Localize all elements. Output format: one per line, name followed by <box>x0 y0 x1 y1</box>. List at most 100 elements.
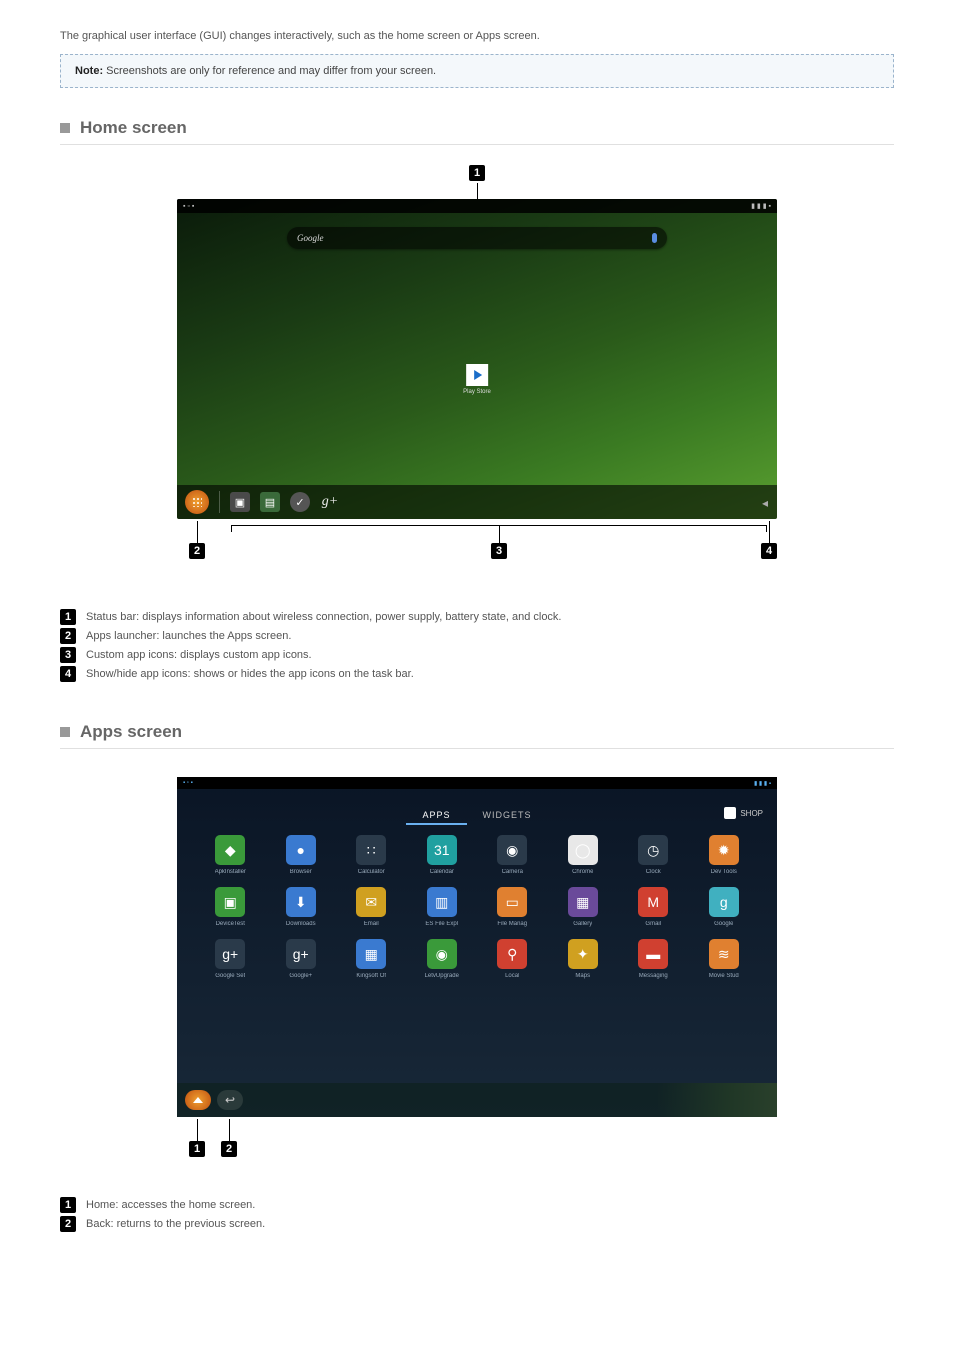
app-icon: ◷ <box>638 835 668 865</box>
play-label: Play Store <box>463 389 491 395</box>
app-icon: ✹ <box>709 835 739 865</box>
app-item[interactable]: ▦Gallery <box>552 887 615 927</box>
custom-app-2-icon[interactable]: ▤ <box>260 492 280 512</box>
custom-app-3-icon[interactable]: ✓ <box>290 492 310 512</box>
app-label: ApkInstaller <box>215 869 246 875</box>
app-icon: ▥ <box>427 887 457 917</box>
callout-3: 3 <box>491 543 507 559</box>
app-item[interactable]: ⬇ Downloads <box>270 887 333 927</box>
back-button-icon[interactable]: ↩ <box>217 1090 243 1110</box>
section-heading-home: Home screen <box>60 118 894 145</box>
note-text: Screenshots are only for reference and m… <box>103 65 436 77</box>
hide-arrow-icon[interactable]: ◂ <box>757 495 773 511</box>
app-icon: ▭ <box>497 887 527 917</box>
apps-screenshot: ▪ ▫ ▪ ▮ ▮ ▮ ▪ APPS WIDGETS SHOP ◆ ApkInst… <box>177 777 777 1117</box>
app-item[interactable]: ▥ ES File Expl <box>411 887 474 927</box>
apps-heading: Apps screen <box>80 722 182 742</box>
legend-row: 2Apps launcher: launches the Apps screen… <box>60 628 894 644</box>
app-item[interactable]: ◉ Camera <box>481 835 544 875</box>
nav-bar: ↩ <box>177 1083 777 1117</box>
tab-apps[interactable]: APPS <box>406 807 466 825</box>
app-label: Movie Stud <box>709 973 739 979</box>
shop-link[interactable]: SHOP <box>724 807 763 819</box>
app-label: Maps <box>575 973 590 979</box>
bullet-square-icon <box>60 727 70 737</box>
app-item[interactable]: ✹Dev Tools <box>693 835 756 875</box>
shop-label: SHOP <box>740 809 763 818</box>
app-item[interactable]: ◉LetvUpgrade <box>411 939 474 979</box>
app-icon: M <box>638 887 668 917</box>
app-label: File Manag <box>497 921 527 927</box>
app-icon: ✉ <box>356 887 386 917</box>
app-label: Google <box>714 921 733 927</box>
app-icon: ◆ <box>215 835 245 865</box>
intro-text: The graphical user interface (GUI) chang… <box>60 30 894 42</box>
app-label: Gmail <box>645 921 661 927</box>
apps-legend: 1Home: accesses the home screen. 2Back: … <box>60 1197 894 1232</box>
app-item[interactable]: gGoogle <box>693 887 756 927</box>
app-icon: ▣ <box>215 887 245 917</box>
app-label: Calendar <box>430 869 454 875</box>
app-item[interactable]: ▦ Kingsoft Of <box>340 939 403 979</box>
callout-4: 4 <box>761 543 777 559</box>
app-item[interactable]: g+Google+ <box>270 939 333 979</box>
app-item[interactable]: 31Calendar <box>411 835 474 875</box>
app-icon: ≋ <box>709 939 739 969</box>
custom-app-1-icon[interactable]: ▣ <box>230 492 250 512</box>
home-button-icon[interactable] <box>185 1090 211 1110</box>
home-screenshot: ▪ ▫ ▪ ▮ ▮ ▮ ▪ Google Play Store ▣ ▤ ✓ g+… <box>177 199 777 519</box>
app-label: Kingsoft Of <box>356 973 386 979</box>
app-label: Chrome <box>572 869 593 875</box>
app-icon: ∷ <box>356 835 386 865</box>
app-item[interactable]: ◷ Clock <box>622 835 685 875</box>
app-item[interactable]: ✦Maps <box>552 939 615 979</box>
app-item[interactable]: g+Google Set <box>199 939 262 979</box>
home-legend: 1Status bar: displays information about … <box>60 609 894 682</box>
apps-launcher-icon[interactable] <box>185 490 209 514</box>
app-label: Email <box>364 921 379 927</box>
app-label: Downloads <box>286 921 316 927</box>
app-icon: ◯ <box>568 835 598 865</box>
app-item[interactable]: ∷Calculator <box>340 835 403 875</box>
app-icon: ⚲ <box>497 939 527 969</box>
app-item[interactable]: ●Browser <box>270 835 333 875</box>
bullet-square-icon <box>60 123 70 133</box>
app-icon: ⬇ <box>286 887 316 917</box>
app-icon: ▦ <box>356 939 386 969</box>
status-right-icons: ▮ ▮ ▮ ▪ <box>751 202 771 210</box>
app-item[interactable]: ▭ File Manag <box>481 887 544 927</box>
status-left-icons: ▪ ▫ ▪ <box>183 203 194 210</box>
task-bar: ▣ ▤ ✓ g+ <box>177 485 777 519</box>
play-store-shortcut[interactable]: Play Store <box>463 364 491 395</box>
legend-row: 2Back: returns to the previous screen. <box>60 1216 894 1232</box>
app-label: Messaging <box>639 973 668 979</box>
app-item[interactable]: ⚲ Local <box>481 939 544 979</box>
app-label: Camera <box>502 869 523 875</box>
app-item[interactable]: M Gmail <box>622 887 685 927</box>
app-icon: ▬ <box>638 939 668 969</box>
app-icon: ● <box>286 835 316 865</box>
app-label: ES File Expl <box>425 921 458 927</box>
mic-icon[interactable] <box>652 233 657 243</box>
callout-2: 2 <box>189 543 205 559</box>
app-item[interactable]: ≋ Movie Stud <box>693 939 756 979</box>
app-item[interactable]: ◯ Chrome <box>552 835 615 875</box>
app-label: Clock <box>646 869 661 875</box>
shop-bag-icon <box>724 807 736 819</box>
note-box: Note: Screenshots are only for reference… <box>60 54 894 88</box>
search-bar[interactable]: Google <box>287 227 667 249</box>
status-bar: ▪ ▫ ▪ ▮ ▮ ▮ ▪ <box>177 777 777 789</box>
search-label: Google <box>297 233 324 243</box>
app-item[interactable]: ◆ ApkInstaller <box>199 835 262 875</box>
app-item[interactable]: ✉ Email <box>340 887 403 927</box>
app-icon: ◉ <box>497 835 527 865</box>
app-item[interactable]: ▬ Messaging <box>622 939 685 979</box>
app-label: Local <box>505 973 519 979</box>
app-item[interactable]: ▣DeviceTest <box>199 887 262 927</box>
callout-1: 1 <box>189 1141 205 1157</box>
app-label: Gallery <box>573 921 592 927</box>
tab-widgets[interactable]: WIDGETS <box>467 807 548 825</box>
custom-app-4-icon[interactable]: g+ <box>320 492 340 512</box>
status-left-icons: ▪ ▫ ▪ <box>183 780 193 786</box>
apps-grid: ◆ ApkInstaller ●Browser∷Calculator31Calend… <box>199 835 755 979</box>
